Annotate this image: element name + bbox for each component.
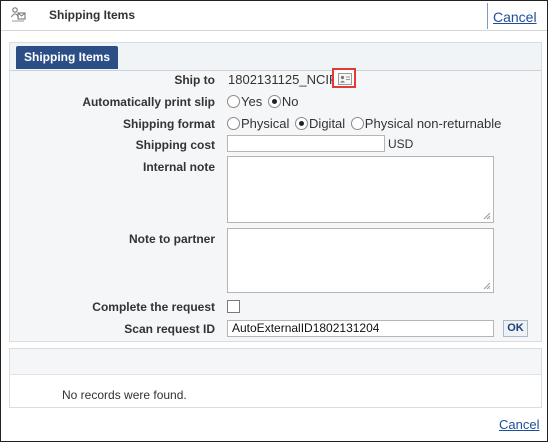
format-physical-nonreturnable-option[interactable]: Physical non-returnable: [350, 116, 501, 131]
results-table: No records were found.: [9, 348, 542, 408]
footer-cancel-link[interactable]: Cancel: [499, 417, 539, 432]
scan-request-input[interactable]: [227, 320, 494, 337]
shipping-cost-input[interactable]: [227, 135, 385, 152]
tab-strip: Shipping Items: [10, 43, 541, 71]
format-physical-radio[interactable]: [227, 117, 240, 130]
resize-grip-icon[interactable]: [483, 282, 491, 290]
ok-button[interactable]: OK: [503, 320, 528, 337]
ship-to-value: 1802131125_NCIF: [228, 72, 337, 87]
auto-print-yes-radio[interactable]: [227, 95, 240, 108]
shipping-format-radio-group: Physical Digital Physical non-returnable: [227, 116, 503, 131]
auto-print-yes-option[interactable]: Yes: [227, 94, 262, 109]
internal-note-textarea[interactable]: [227, 156, 494, 223]
dialog-title: Shipping Items: [49, 8, 136, 22]
currency-label: USD: [388, 137, 414, 151]
shipping-items-icon: [9, 6, 29, 24]
auto-print-no-radio[interactable]: [267, 95, 281, 108]
auto-print-radio-group: Yes No: [227, 94, 300, 109]
internal-note-label: Internal note: [142, 160, 215, 174]
dialog-header: Shipping Items Cancel: [1, 1, 547, 31]
header-divider: [487, 3, 488, 29]
format-digital-option[interactable]: Digital: [295, 116, 345, 131]
contact-card-icon: [338, 73, 352, 85]
note-to-partner-textarea[interactable]: [227, 228, 494, 293]
dialog-frame: Shipping Items Cancel Shipping Items Shi…: [0, 0, 548, 442]
contact-card-button[interactable]: [332, 68, 356, 88]
auto-print-label: Automatically print slip: [82, 95, 215, 109]
shipping-format-label: Shipping format: [123, 117, 215, 131]
results-table-header: [10, 349, 541, 375]
resize-grip-icon[interactable]: [483, 212, 491, 220]
shipping-cost-label: Shipping cost: [135, 138, 215, 152]
format-physical-option[interactable]: Physical: [227, 116, 289, 131]
scan-request-label: Scan request ID: [124, 322, 215, 336]
auto-print-no-option[interactable]: No: [267, 94, 298, 109]
ship-to-label: Ship to: [174, 73, 215, 87]
no-records-message: No records were found.: [62, 388, 187, 402]
header-cancel-link[interactable]: Cancel: [493, 9, 537, 25]
note-to-partner-label: Note to partner: [128, 232, 215, 246]
format-physical-nonreturnable-radio[interactable]: [350, 117, 364, 130]
format-digital-radio[interactable]: [295, 117, 309, 130]
complete-request-checkbox[interactable]: [227, 300, 240, 313]
complete-request-label: Complete the request: [92, 300, 215, 314]
tab-shipping-items[interactable]: Shipping Items: [16, 46, 119, 69]
